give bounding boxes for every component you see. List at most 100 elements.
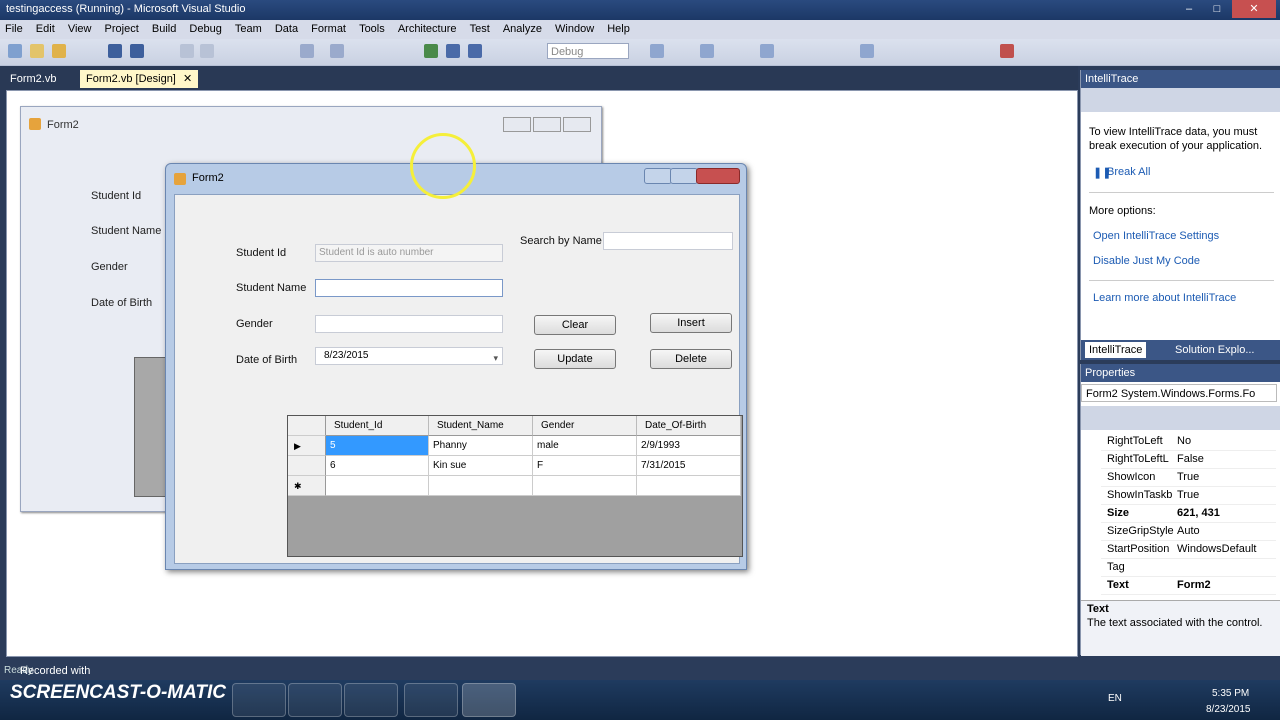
column-header-student-name[interactable]: Student_Name — [429, 416, 533, 436]
design-label-gender[interactable]: Gender — [91, 261, 128, 273]
taskbar-paint-icon[interactable] — [344, 683, 398, 717]
insert-button[interactable]: Insert — [650, 313, 732, 333]
solution-explorer-icon[interactable] — [650, 44, 664, 58]
menu-view[interactable]: View — [63, 20, 97, 39]
layout-icon[interactable] — [1000, 44, 1014, 58]
learn-more-link[interactable]: Learn more about IntelliTrace — [1093, 292, 1236, 304]
align-icon[interactable] — [860, 44, 874, 58]
menu-architecture[interactable]: Architecture — [393, 20, 462, 39]
property-row[interactable]: ShowIcon True — [1101, 468, 1276, 487]
break-all-link[interactable]: Break All — [1107, 166, 1150, 178]
menu-help[interactable]: Help — [602, 20, 635, 39]
tab-form2-design[interactable]: Form2.vb [Design] ✕ — [80, 70, 199, 88]
property-row[interactable]: ShowInTaskb True — [1101, 486, 1276, 505]
table-cell[interactable]: 7/31/2015 — [637, 456, 741, 476]
design-label-dob[interactable]: Date of Birth — [91, 297, 152, 309]
clock-date[interactable]: 8/23/2015 — [1206, 704, 1251, 715]
search-input[interactable] — [603, 232, 733, 250]
copy-icon[interactable] — [200, 44, 214, 58]
close-button[interactable]: ✕ — [1232, 0, 1276, 18]
table-cell[interactable] — [429, 476, 533, 496]
menu-build[interactable]: Build — [147, 20, 181, 39]
date-of-birth-picker[interactable]: 8/23/2015 ▾ — [315, 347, 503, 365]
row-header-current-icon[interactable]: ▶ — [288, 436, 326, 456]
open-folder-icon[interactable] — [52, 44, 66, 58]
property-row[interactable]: RightToLeft No — [1101, 432, 1276, 451]
toolbox-icon[interactable] — [760, 44, 774, 58]
tab-form2-vb[interactable]: Form2.vb — [4, 70, 62, 88]
menu-project[interactable]: Project — [100, 20, 144, 39]
student-name-field[interactable] — [315, 279, 503, 297]
taskbar-app-icon[interactable] — [462, 683, 516, 717]
redo-icon[interactable] — [330, 44, 344, 58]
table-cell[interactable] — [533, 476, 637, 496]
properties-icon[interactable] — [700, 44, 714, 58]
taskbar-tools-icon[interactable] — [232, 683, 286, 717]
table-cell[interactable]: Phanny — [429, 436, 533, 456]
students-datagrid[interactable]: Student_Id Student_Name Gender Date_Of-B… — [287, 415, 743, 557]
restore-button[interactable]: □ — [1204, 0, 1230, 18]
disable-jmc-link[interactable]: Disable Just My Code — [1093, 255, 1200, 267]
form-minimize-button[interactable] — [644, 168, 672, 184]
cut-icon[interactable] — [180, 44, 194, 58]
clock-time[interactable]: 5:35 PM — [1212, 688, 1249, 699]
menu-tools[interactable]: Tools — [354, 20, 390, 39]
design-label-student-name[interactable]: Student Name — [91, 225, 161, 237]
save-icon[interactable] — [108, 44, 122, 58]
property-row[interactable]: Text Form2 — [1101, 576, 1276, 595]
table-cell[interactable] — [326, 476, 429, 496]
language-indicator[interactable]: EN — [1108, 693, 1122, 704]
property-row[interactable]: StartPosition WindowsDefault — [1101, 540, 1276, 559]
clear-button[interactable]: Clear — [534, 315, 616, 335]
open-file-icon[interactable] — [30, 44, 44, 58]
tab-intellitrace[interactable]: IntelliTrace — [1085, 342, 1147, 358]
column-header-student-id[interactable]: Student_Id — [326, 416, 429, 436]
table-cell[interactable] — [637, 476, 741, 496]
row-header[interactable] — [288, 456, 326, 476]
save-all-icon[interactable] — [130, 44, 144, 58]
menu-format[interactable]: Format — [306, 20, 351, 39]
stop-icon[interactable] — [468, 44, 482, 58]
menu-debug[interactable]: Debug — [184, 20, 226, 39]
menu-data[interactable]: Data — [270, 20, 303, 39]
taskbar-screencast-icon[interactable] — [404, 683, 458, 717]
start-debugging-icon[interactable] — [424, 44, 438, 58]
delete-button[interactable]: Delete — [650, 349, 732, 369]
new-project-icon[interactable] — [8, 44, 22, 58]
menu-test[interactable]: Test — [465, 20, 495, 39]
property-row[interactable]: Size 621, 431 — [1101, 504, 1276, 523]
table-cell[interactable]: F — [533, 456, 637, 476]
design-label-student-id[interactable]: Student Id — [91, 190, 141, 202]
table-cell[interactable]: Kin sue — [429, 456, 533, 476]
object-selector[interactable]: Form2 System.Windows.Forms.Fo — [1081, 384, 1277, 402]
solution-config-select[interactable]: Debug — [547, 43, 629, 59]
menu-analyze[interactable]: Analyze — [498, 20, 547, 39]
taskbar-media-player-icon[interactable] — [288, 683, 342, 717]
property-row[interactable]: SizeGripStyle Auto — [1101, 522, 1276, 541]
property-row[interactable]: RightToLeftL False — [1101, 450, 1276, 469]
column-header-date-of-birth[interactable]: Date_Of-Birth — [637, 416, 741, 436]
table-cell[interactable]: 5 — [326, 436, 429, 456]
tab-close-icon[interactable]: ✕ — [183, 73, 192, 85]
table-cell[interactable]: 2/9/1993 — [637, 436, 741, 456]
property-row[interactable]: Tag — [1101, 558, 1276, 577]
open-settings-link[interactable]: Open IntelliTrace Settings — [1093, 230, 1219, 242]
menu-window[interactable]: Window — [550, 20, 599, 39]
table-cell[interactable]: male — [533, 436, 637, 456]
student-id-field[interactable]: Student Id is auto number — [315, 244, 503, 262]
pause-icon[interactable] — [446, 44, 460, 58]
menu-file[interactable]: File — [0, 20, 28, 39]
form-maximize-button[interactable] — [670, 168, 698, 184]
menu-team[interactable]: Team — [230, 20, 267, 39]
column-header-gender[interactable]: Gender — [533, 416, 637, 436]
menu-edit[interactable]: Edit — [31, 20, 60, 39]
row-header-new-row-icon[interactable]: ✱ — [288, 476, 326, 496]
table-cell[interactable]: 6 — [326, 456, 429, 476]
undo-icon[interactable] — [300, 44, 314, 58]
form-close-button[interactable] — [696, 168, 740, 184]
update-button[interactable]: Update — [534, 349, 616, 369]
tab-solution-explorer[interactable]: Solution Explo... — [1171, 342, 1259, 358]
calendar-dropdown-icon[interactable]: ▾ — [493, 350, 498, 366]
gender-field[interactable] — [315, 315, 503, 333]
minimize-button[interactable]: – — [1176, 0, 1202, 18]
